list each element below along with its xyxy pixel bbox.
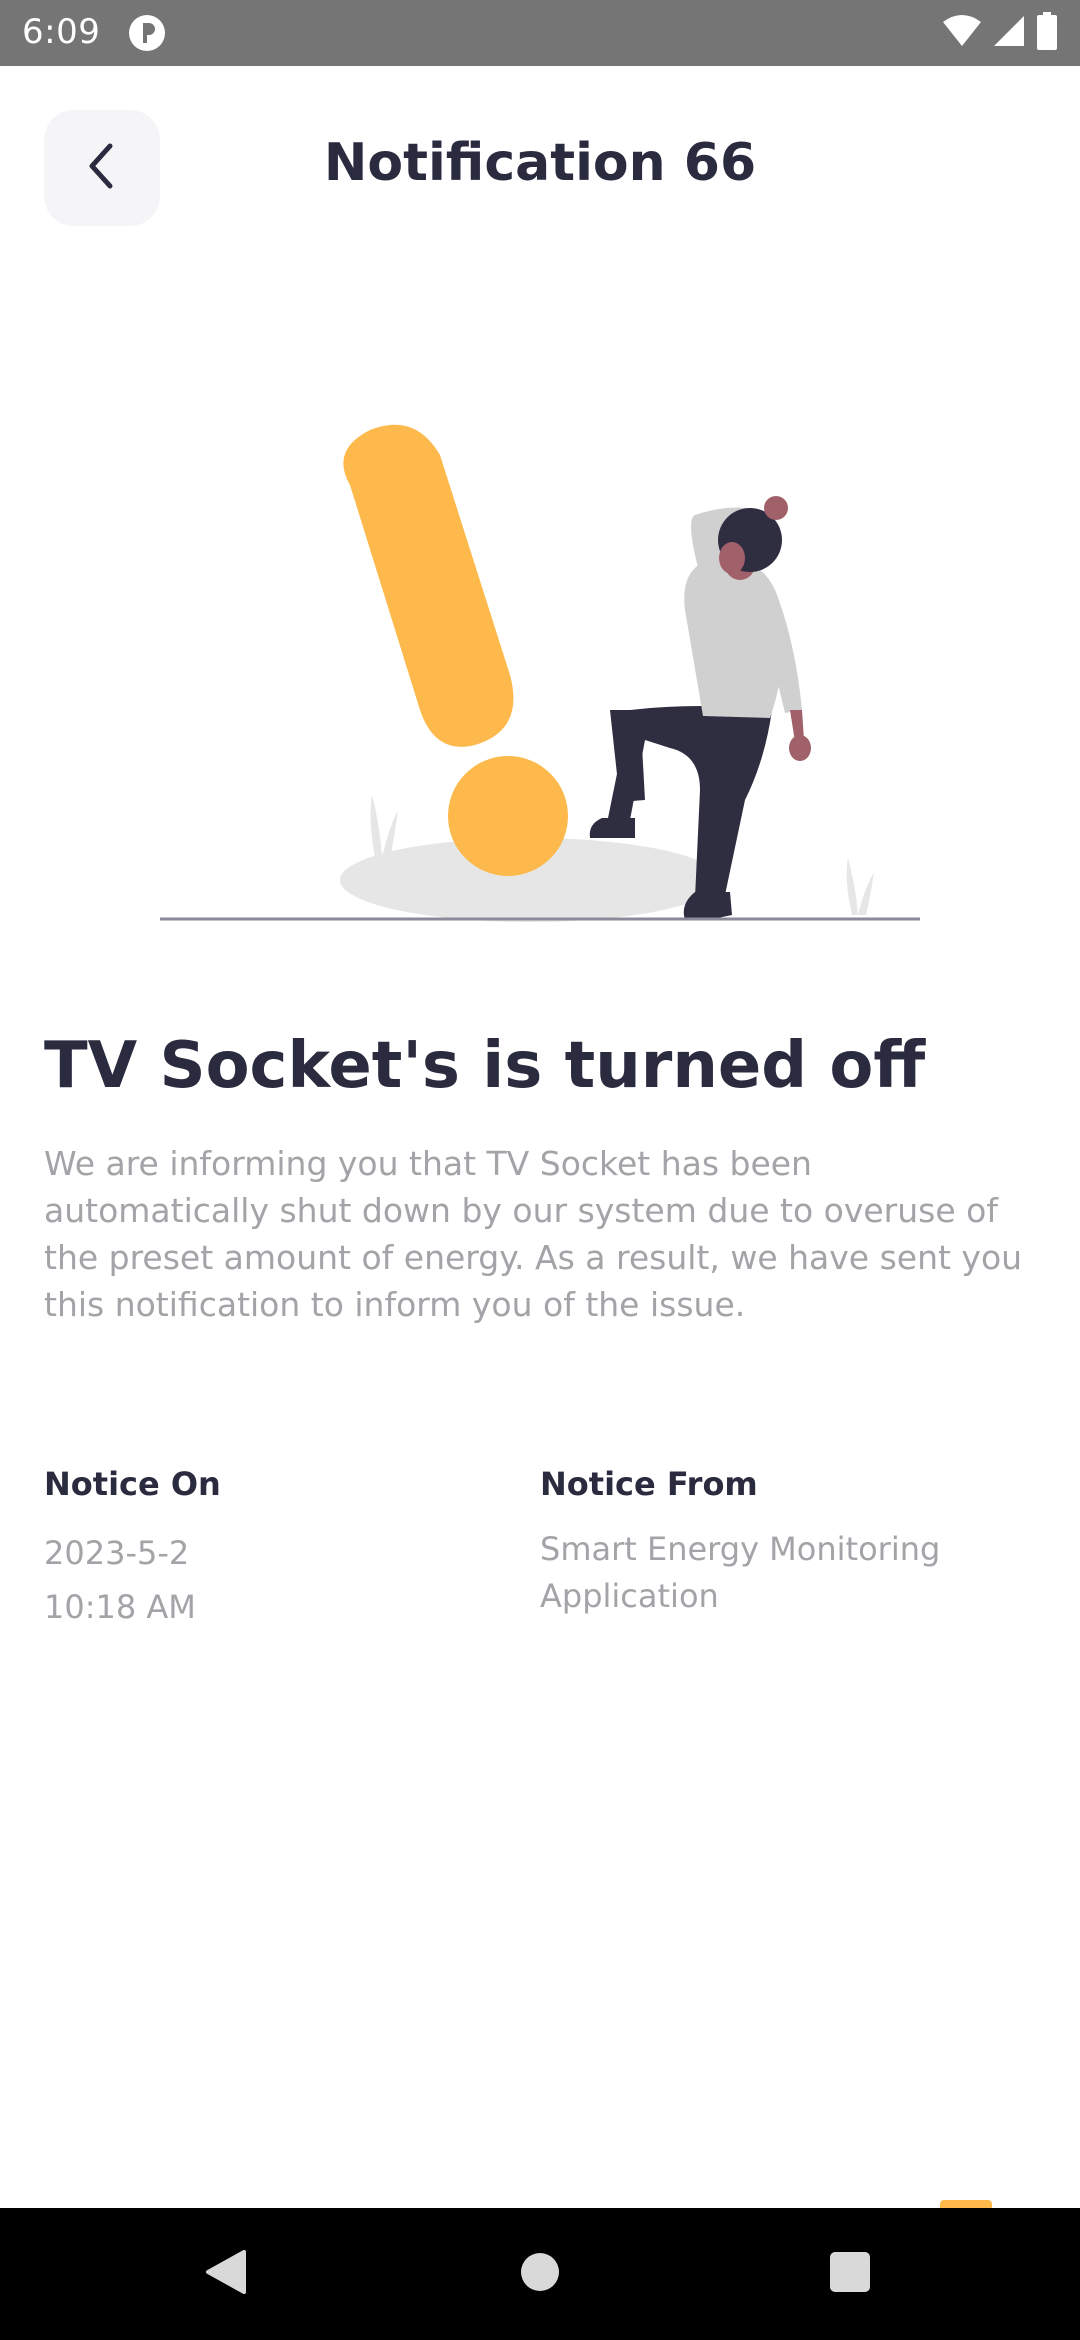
- notice-from-label: Notice From: [540, 1465, 758, 1503]
- back-triangle-icon: [204, 2248, 248, 2300]
- notice-on-section: Notice On 2023-5-2 10:18 AM: [44, 1460, 514, 1634]
- status-bar: 6:09: [0, 0, 1080, 66]
- notice-on-date: 2023-5-2: [44, 1534, 190, 1572]
- recents-square-icon: [829, 2251, 871, 2297]
- notification-detail-screen: 6:09 Notification 66 TV Socket's is turn…: [0, 0, 1080, 2340]
- battery-icon: [1036, 12, 1058, 54]
- wifi-icon: [942, 14, 982, 52]
- nav-home-button[interactable]: [510, 2244, 570, 2304]
- status-icons: [942, 12, 1058, 54]
- nav-recents-button[interactable]: [820, 2244, 880, 2304]
- notice-from-value: Smart Energy Monitoring Application: [540, 1530, 941, 1615]
- nav-back-button[interactable]: [196, 2244, 256, 2304]
- cell-signal-icon: [992, 14, 1026, 52]
- home-circle-icon: [519, 2251, 561, 2297]
- notification-headline: TV Socket's is turned off: [44, 1029, 926, 1103]
- notice-on-label: Notice On: [44, 1465, 221, 1503]
- warning-illustration: [140, 410, 940, 940]
- notice-on-time: 10:18 AM: [44, 1588, 196, 1626]
- system-navigation-bar: [0, 2208, 1080, 2340]
- bottom-sheet-handle: [940, 2200, 992, 2208]
- notification-message: We are informing you that TV Socket has …: [44, 1144, 1023, 1324]
- page-title: Notification 66: [323, 133, 757, 193]
- app-notification-icon: [128, 14, 166, 52]
- notice-from-section: Notice From Smart Energy Monitoring Appl…: [540, 1460, 1010, 1620]
- status-time: 6:09: [22, 12, 101, 52]
